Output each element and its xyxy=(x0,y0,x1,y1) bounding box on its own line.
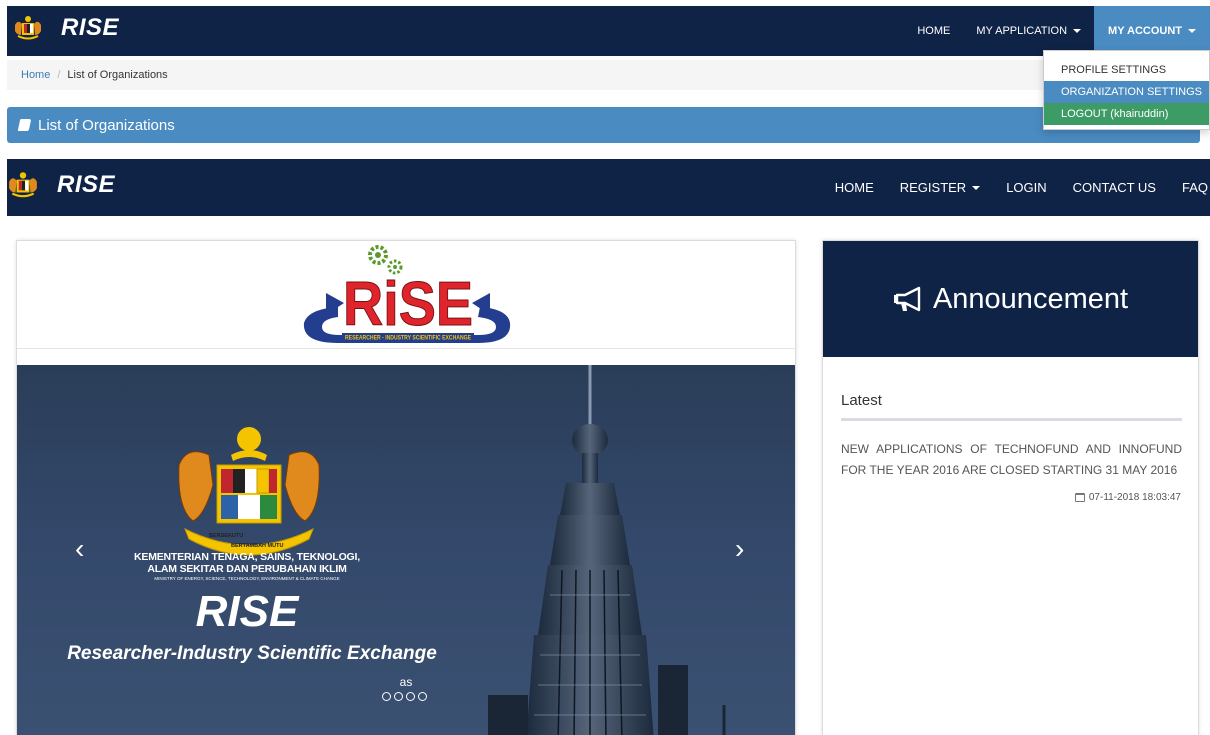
svg-text:RiSE: RiSE xyxy=(343,270,473,339)
coat-of-arms-icon xyxy=(15,16,41,40)
nav-my-account-label: MY ACCOUNT xyxy=(1108,25,1182,37)
coat-of-arms-icon xyxy=(9,172,37,198)
carousel-card: RiSE RESEARCHER - INDUSTRY SCIENTIFIC EX… xyxy=(16,240,796,735)
announcement-item[interactable]: NEW APPLICATIONS OF TECHNOFUND AND INNOF… xyxy=(841,439,1182,481)
breadcrumb-current: List of Organizations xyxy=(67,69,168,81)
announcement-date-text: 07-11-2018 18:03:47 xyxy=(1088,492,1181,503)
public-nav-links: HOME REGISTER LOGIN CONTACT US FAQ xyxy=(822,159,1210,216)
rise-logo: RiSE RESEARCHER - INDUSTRY SCIENTIFIC EX… xyxy=(303,245,511,343)
ministry-line-2: ALAM SEKITAR DAN PERUBAHAN IKLIM xyxy=(147,563,347,575)
announcement-header: Announcement xyxy=(823,241,1198,357)
slide-subtitle: Researcher-Industry Scientific Exchange xyxy=(67,643,437,664)
divider xyxy=(841,418,1182,421)
nav-home[interactable]: HOME xyxy=(822,180,887,195)
brand[interactable]: RISE xyxy=(13,14,119,42)
nav-contact-us[interactable]: CONTACT US xyxy=(1060,180,1169,195)
nav-home[interactable]: HOME xyxy=(904,6,963,56)
caret-down-icon xyxy=(1188,29,1196,33)
nav-register[interactable]: REGISTER xyxy=(887,180,993,195)
carousel-indicators xyxy=(382,692,427,701)
caret-down-icon xyxy=(972,185,981,190)
panel-heading: List of Organizations xyxy=(7,107,1200,143)
top-navbar: RISE HOME MY APPLICATION MY ACCOUNT xyxy=(7,6,1210,56)
nav-my-account[interactable]: MY ACCOUNT xyxy=(1094,6,1210,56)
menu-item-organization-settings[interactable]: ORGANIZATION SETTINGS xyxy=(1044,81,1209,103)
latest-label: Latest xyxy=(841,392,882,409)
ministry-name: KEMENTERIAN TENAGA, SAINS, TEKNOLOGI, AL… xyxy=(127,551,367,582)
top-nav-links: HOME MY APPLICATION MY ACCOUNT xyxy=(904,6,1210,56)
calendar-icon xyxy=(1074,493,1085,502)
account-dropdown-menu: PROFILE SETTINGS ORGANIZATION SETTINGS L… xyxy=(1043,50,1210,130)
tower-image xyxy=(488,365,726,735)
menu-item-logout[interactable]: LOGOUT (khairuddin) xyxy=(1044,103,1209,125)
carousel-prev-icon[interactable]: ‹ xyxy=(75,533,84,565)
logo-tagline: RESEARCHER - INDUSTRY SCIENTIFIC EXCHANG… xyxy=(345,336,471,342)
brand-name: RISE xyxy=(61,14,120,41)
nav-register-label: REGISTER xyxy=(899,180,967,195)
breadcrumb: Home / List of Organizations xyxy=(7,60,1210,90)
carousel-indicator[interactable] xyxy=(406,692,415,701)
carousel-indicator[interactable] xyxy=(394,692,403,701)
nav-my-application-label: MY APPLICATION xyxy=(976,25,1068,37)
ministry-line-1: KEMENTERIAN TENAGA, SAINS, TEKNOLOGI, xyxy=(134,551,360,563)
carousel-next-icon[interactable]: › xyxy=(735,533,744,565)
announcement-card: Announcement Latest NEW APPLICATIONS OF … xyxy=(822,240,1199,735)
public-navbar: RISE HOME REGISTER LOGIN CONTACT US FAQ xyxy=(7,159,1210,216)
nav-faq[interactable]: FAQ xyxy=(1169,180,1210,195)
slide-title: RISE xyxy=(195,587,299,636)
breadcrumb-home[interactable]: Home xyxy=(21,69,50,81)
brand-name: RISE xyxy=(57,171,116,198)
coat-of-arms-emblem: BERSEKUTU BERTAMBAH MUTU xyxy=(178,427,320,556)
announcement-title: Announcement xyxy=(932,282,1129,315)
book-icon xyxy=(17,119,32,131)
crest-motto-2: BERTAMBAH MUTU xyxy=(231,543,283,549)
page: RISE HOME MY APPLICATION MY ACCOUNT Home… xyxy=(0,0,1210,735)
logo-band: RiSE RESEARCHER - INDUSTRY SCIENTIFIC EX… xyxy=(17,241,795,349)
nav-login[interactable]: LOGIN xyxy=(993,180,1059,195)
megaphone-icon xyxy=(893,286,921,312)
ministry-line-3: MINISTRY OF ENERGY, SCIENCE, TECHNOLOGY,… xyxy=(154,576,340,581)
carousel-indicator[interactable] xyxy=(382,692,391,701)
crest-motto-1: BERSEKUTU xyxy=(209,533,243,539)
nav-my-application[interactable]: MY APPLICATION xyxy=(963,6,1094,56)
panel-title: List of Organizations xyxy=(38,116,175,134)
carousel-slide: BERSEKUTU BERTAMBAH MUTU KEMENTERIAN TEN… xyxy=(17,365,795,735)
slide-caption: as xyxy=(399,675,413,689)
caret-down-icon xyxy=(1073,29,1082,33)
breadcrumb-separator: / xyxy=(57,69,61,81)
brand[interactable]: RISE xyxy=(7,171,115,199)
announcement-date: 07-11-2018 18:03:47 xyxy=(1074,492,1181,503)
carousel-indicator[interactable] xyxy=(418,692,427,701)
menu-item-profile-settings[interactable]: PROFILE SETTINGS xyxy=(1044,59,1209,81)
